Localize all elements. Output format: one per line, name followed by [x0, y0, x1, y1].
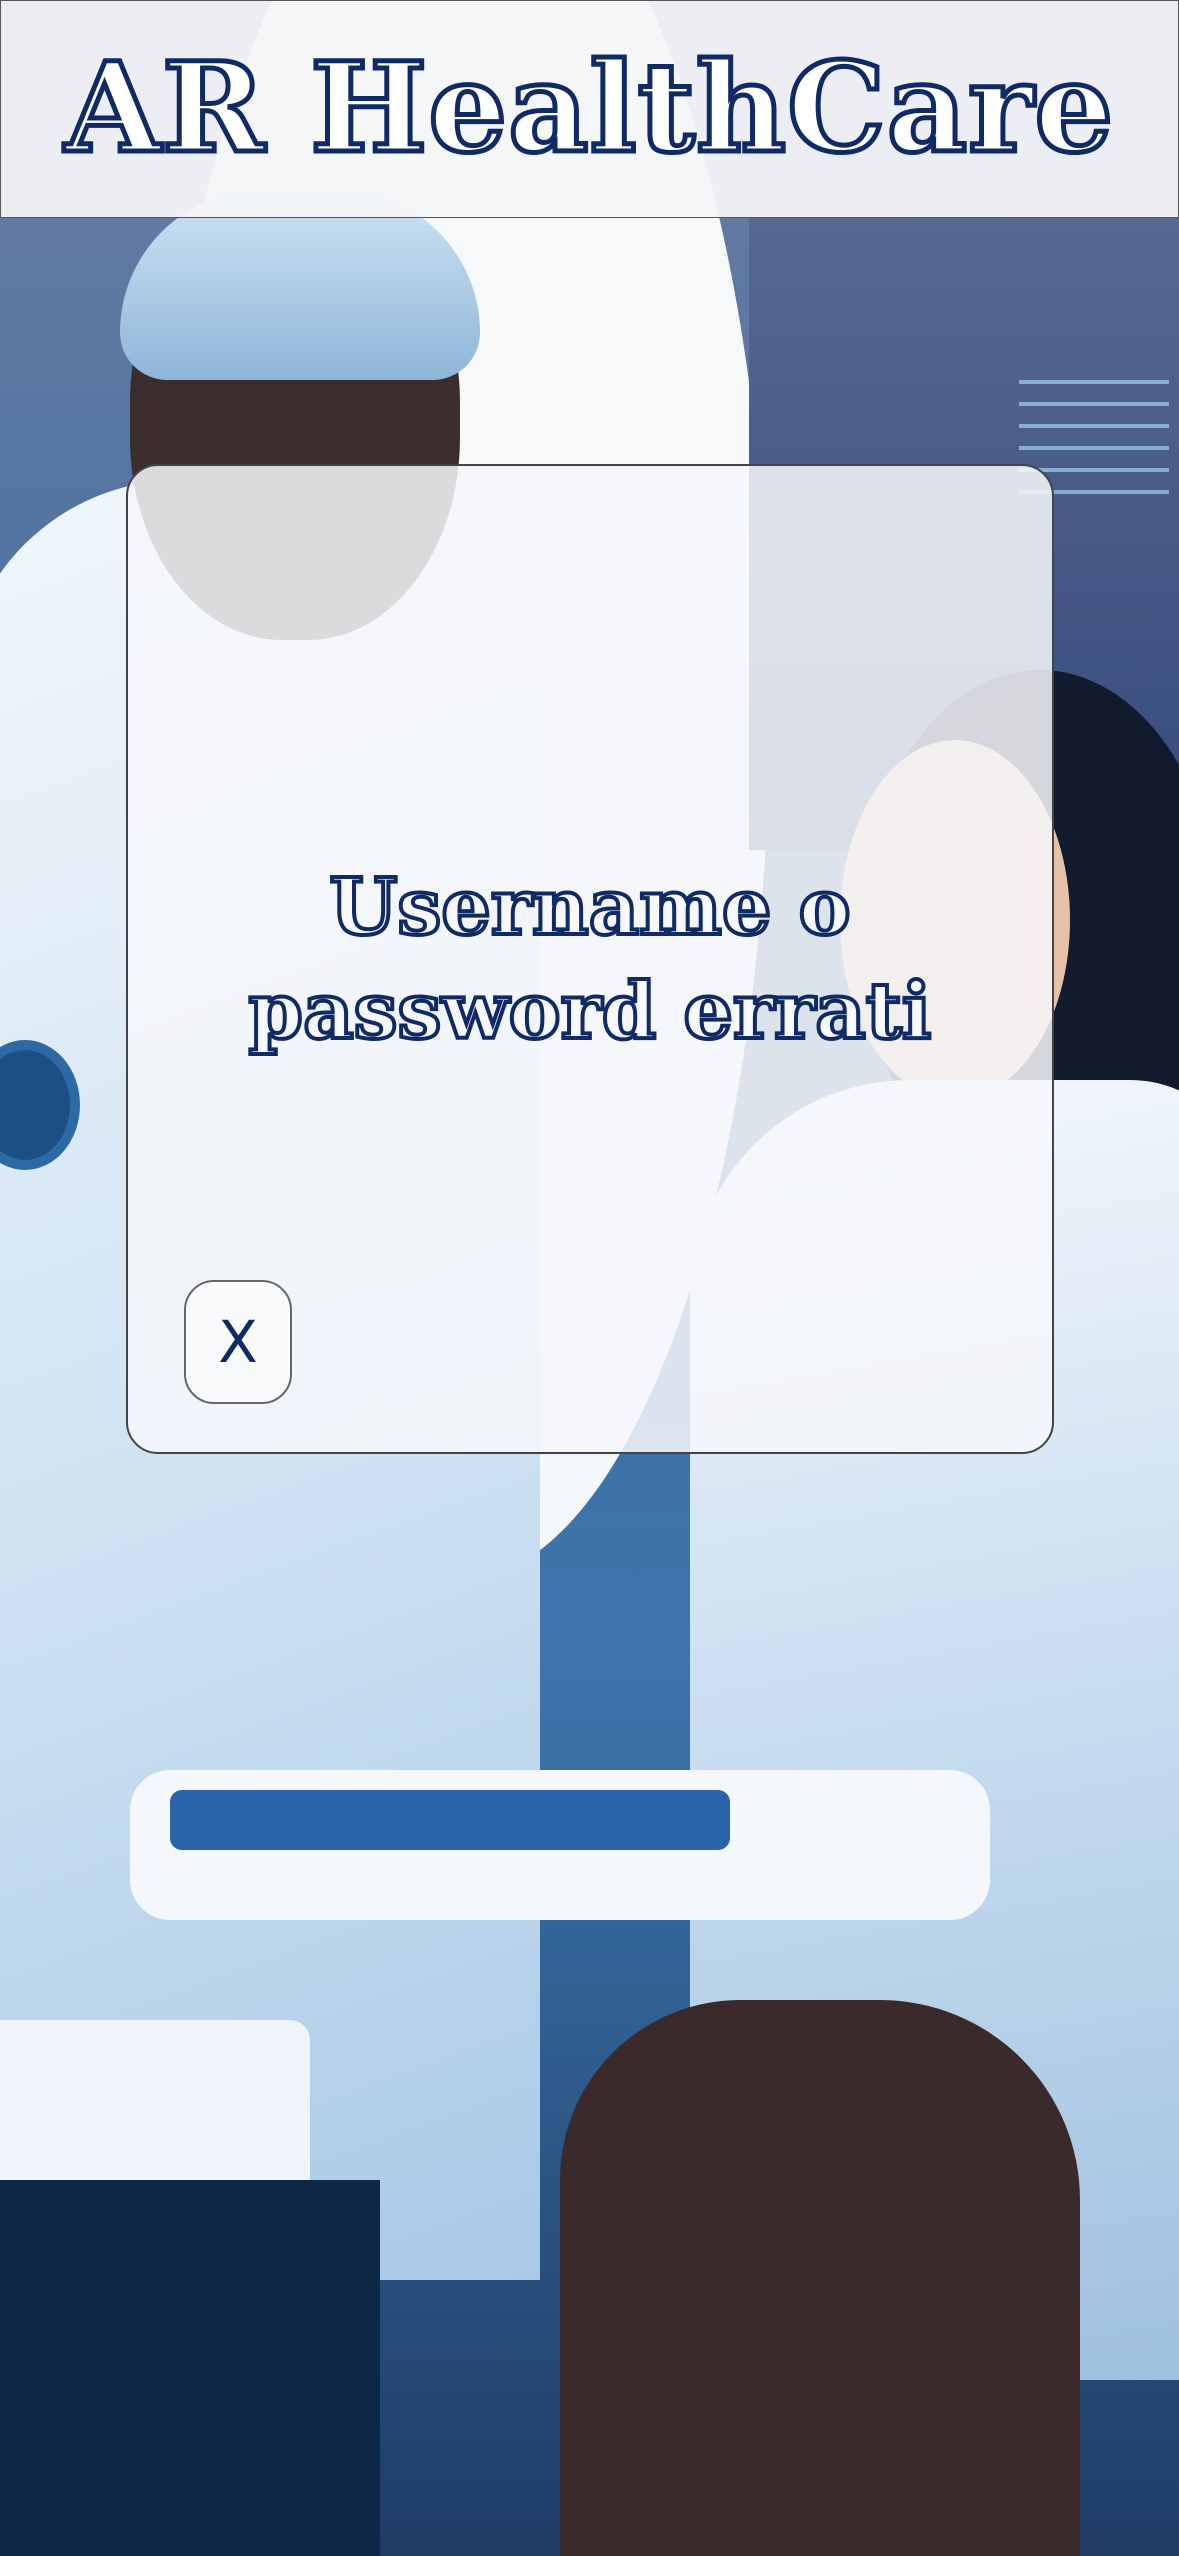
tablet-device — [170, 1790, 730, 1850]
side-table — [0, 2020, 310, 2200]
login-error-dialog: Username o password errati X — [126, 464, 1054, 1454]
app-title: AR HealthCare — [62, 36, 1116, 181]
app-header: AR HealthCare — [0, 0, 1179, 218]
close-button[interactable]: X — [184, 1280, 292, 1404]
floor-shadow — [0, 2180, 380, 2556]
patient-legs — [560, 2000, 1080, 2556]
error-message-line-2: password errati — [247, 964, 934, 1059]
error-message: Username o password errati — [128, 856, 1052, 1064]
error-message-line-1: Username o — [327, 860, 852, 955]
